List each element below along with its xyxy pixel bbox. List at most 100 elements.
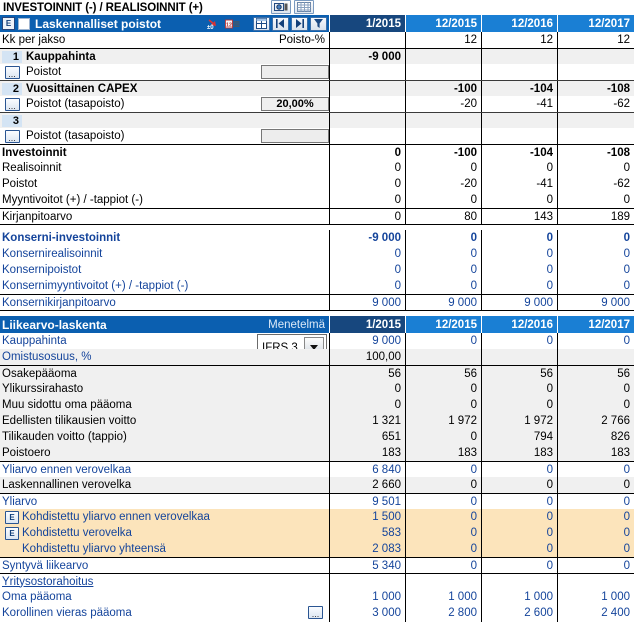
- cell-0[interactable]: [330, 113, 406, 128]
- cell-3[interactable]: 0: [558, 333, 634, 349]
- cell-0[interactable]: 0: [330, 397, 406, 413]
- cell-1[interactable]: -100: [406, 81, 482, 96]
- cell-3[interactable]: 0: [558, 278, 634, 294]
- cell-3[interactable]: 0: [558, 262, 634, 278]
- cell-3[interactable]: -108: [558, 145, 634, 160]
- cell-3[interactable]: 0: [558, 246, 634, 262]
- cell-3[interactable]: 0: [558, 494, 634, 509]
- cell-2[interactable]: [482, 49, 558, 64]
- column-header-0[interactable]: 1/2015: [330, 316, 406, 333]
- cell-0[interactable]: [330, 128, 406, 144]
- cell-1[interactable]: 183: [406, 445, 482, 461]
- ellipsis-button[interactable]: ...: [4, 65, 20, 79]
- cell-0[interactable]: 583: [330, 525, 406, 541]
- cell-0[interactable]: 100,00: [330, 349, 406, 365]
- cell-2[interactable]: 1 972: [482, 413, 558, 429]
- cell-2[interactable]: [482, 113, 558, 128]
- cell-1[interactable]: [406, 128, 482, 144]
- cell-3[interactable]: 2 400: [558, 605, 634, 621]
- cell-0[interactable]: -9 000: [330, 49, 406, 64]
- cell-1[interactable]: 0: [406, 397, 482, 413]
- ellipsis-button[interactable]: ...: [4, 97, 20, 111]
- cell-2[interactable]: 0: [482, 525, 558, 541]
- cell-3[interactable]: 189: [558, 209, 634, 224]
- cell-1[interactable]: 1 972: [406, 413, 482, 429]
- cell-0[interactable]: 9 000: [330, 333, 406, 349]
- cell-3[interactable]: 0: [558, 381, 634, 397]
- cell-1[interactable]: [406, 49, 482, 64]
- cell-1[interactable]: 0: [406, 558, 482, 573]
- cell-1[interactable]: 12: [406, 32, 482, 48]
- cell-1[interactable]: 1 000: [406, 589, 482, 605]
- cell-0[interactable]: 0: [330, 145, 406, 160]
- cell-2[interactable]: -41: [482, 176, 558, 192]
- cell-0[interactable]: [330, 64, 406, 80]
- cell-3[interactable]: 12: [558, 32, 634, 48]
- cell-2[interactable]: [482, 349, 558, 365]
- cell-1[interactable]: -100: [406, 145, 482, 160]
- cell-2[interactable]: -41: [482, 96, 558, 112]
- cell-1[interactable]: 0: [406, 541, 482, 557]
- cell-2[interactable]: 0: [482, 381, 558, 397]
- column-header-2[interactable]: 12/2016: [482, 316, 558, 333]
- cell-3[interactable]: [558, 113, 634, 128]
- cell-0[interactable]: 0: [330, 246, 406, 262]
- cell-0[interactable]: 1 000: [330, 589, 406, 605]
- cell-1[interactable]: 0: [406, 160, 482, 176]
- cell-2[interactable]: 0: [482, 509, 558, 525]
- cell-3[interactable]: [558, 574, 634, 589]
- cell-1[interactable]: 0: [406, 192, 482, 208]
- cell-2[interactable]: [482, 574, 558, 589]
- cell-2[interactable]: 0: [482, 160, 558, 176]
- cell-3[interactable]: 0: [558, 397, 634, 413]
- cell-0[interactable]: [330, 32, 406, 48]
- cell-0[interactable]: 0: [330, 262, 406, 278]
- cell-1[interactable]: 0: [406, 333, 482, 349]
- section-checkbox[interactable]: [18, 17, 30, 30]
- cell-0[interactable]: [330, 574, 406, 589]
- cell-3[interactable]: 0: [558, 462, 634, 477]
- cell-0[interactable]: 2 083: [330, 541, 406, 557]
- cell-2[interactable]: 183: [482, 445, 558, 461]
- cell-1[interactable]: [406, 113, 482, 128]
- cell-0[interactable]: 1 321: [330, 413, 406, 429]
- cell-2[interactable]: 0: [482, 558, 558, 573]
- cell-2[interactable]: 794: [482, 429, 558, 445]
- cell-2[interactable]: 1 000: [482, 589, 558, 605]
- cell-2[interactable]: 0: [482, 192, 558, 208]
- chevron-down-icon[interactable]: [304, 337, 324, 349]
- cell-1[interactable]: 0: [406, 477, 482, 493]
- poisto-pct-input[interactable]: [261, 65, 329, 79]
- cell-2[interactable]: 0: [482, 246, 558, 262]
- cell-0[interactable]: 6 840: [330, 462, 406, 477]
- cell-3[interactable]: [558, 49, 634, 64]
- cell-2[interactable]: [482, 128, 558, 144]
- cell-1[interactable]: 9 000: [406, 295, 482, 310]
- cell-2[interactable]: 0: [482, 278, 558, 294]
- cell-2[interactable]: 0: [482, 262, 558, 278]
- cell-2[interactable]: [482, 64, 558, 80]
- cell-0[interactable]: 0: [330, 381, 406, 397]
- ellipsis-button[interactable]: ...: [4, 129, 20, 143]
- cell-3[interactable]: -108: [558, 81, 634, 96]
- cell-3[interactable]: 0: [558, 541, 634, 557]
- cell-2[interactable]: 0: [482, 230, 558, 246]
- cell-1[interactable]: 0: [406, 230, 482, 246]
- column-header-3[interactable]: 12/2017: [558, 15, 634, 32]
- cell-1[interactable]: 0: [406, 525, 482, 541]
- cell-3[interactable]: -62: [558, 176, 634, 192]
- cell-2[interactable]: 0: [482, 541, 558, 557]
- cell-2[interactable]: 0: [482, 494, 558, 509]
- cell-0[interactable]: 0: [330, 192, 406, 208]
- poisto-pct-input[interactable]: [261, 129, 329, 143]
- cell-3[interactable]: 0: [558, 160, 634, 176]
- calendar-icon[interactable]: 12: [224, 16, 241, 31]
- cell-3[interactable]: 9 000: [558, 295, 634, 310]
- cell-2[interactable]: 0: [482, 333, 558, 349]
- cell-1[interactable]: 2 800: [406, 605, 482, 621]
- cell-0[interactable]: 0: [330, 209, 406, 224]
- cell-0[interactable]: [330, 81, 406, 96]
- column-header-1[interactable]: 12/2015: [406, 316, 482, 333]
- cell-3[interactable]: 0: [558, 477, 634, 493]
- cell-3[interactable]: 183: [558, 445, 634, 461]
